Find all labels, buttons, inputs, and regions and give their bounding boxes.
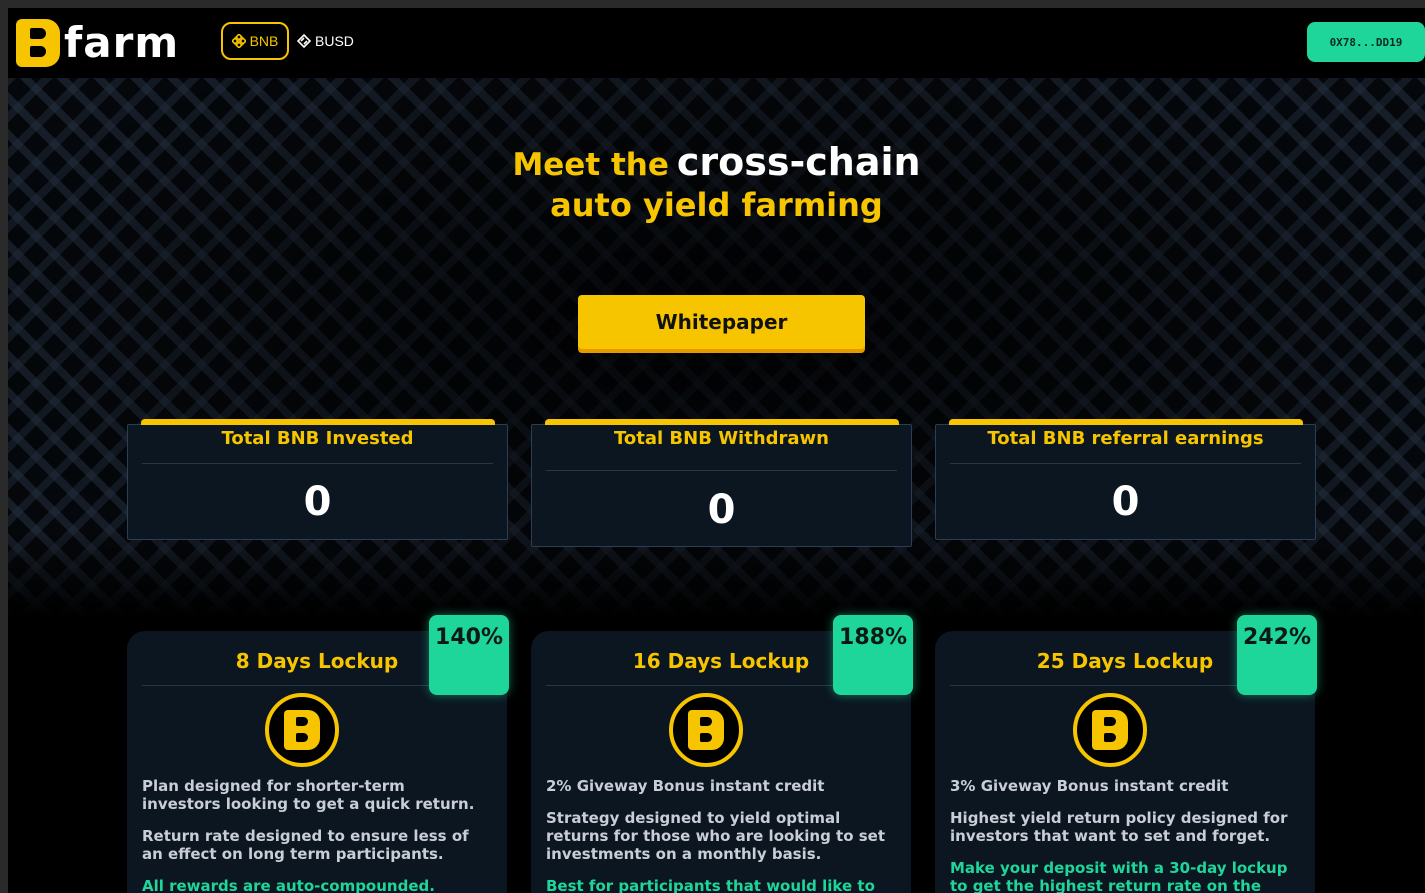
plan-rate-badge: 140%	[429, 615, 509, 695]
app-frame: farm BNB BUSD 0X78...DD19 Meet the cross…	[8, 8, 1425, 893]
hero-title-prefix: Meet the	[512, 147, 669, 183]
stat-card-accent	[545, 419, 899, 425]
rb-coin-icon	[669, 693, 743, 767]
stat-title: Total BNB referral earnings	[987, 428, 1264, 449]
rb-coin-icon	[1073, 693, 1147, 767]
whitepaper-button[interactable]: Whitepaper	[578, 295, 865, 349]
bnb-diamond-icon	[231, 34, 246, 48]
plan-description: Strategy designed to yield optimal retur…	[546, 809, 886, 863]
stat-title: Total BNB Withdrawn	[613, 428, 829, 449]
plan-rate-badge: 242%	[1237, 615, 1317, 695]
top-header: farm BNB BUSD 0X78...DD19	[8, 8, 1425, 78]
plan-card-25-days[interactable]: 25 Days Lockup 242% 3% Giveway Bonus ins…	[935, 615, 1317, 893]
stat-card-invested: Total BNB Invested 0	[127, 419, 508, 540]
stat-card-accent	[949, 419, 1303, 425]
stat-value: 0	[1111, 479, 1140, 525]
busd-diamond-icon	[297, 34, 311, 48]
stat-divider	[950, 463, 1301, 464]
plan-description: 2% Giveway Bonus instant credit	[546, 777, 825, 795]
hero-title-highlight: cross-chain	[676, 140, 921, 184]
chain-tab-label: BNB	[249, 33, 279, 49]
chain-tab-busd[interactable]: BUSD	[289, 22, 362, 60]
chain-selector: BNB BUSD	[221, 22, 362, 60]
plan-card-16-days[interactable]: 16 Days Lockup 188% 2% Giveway Bonus ins…	[531, 615, 913, 893]
stat-card-referral: Total BNB referral earnings 0	[935, 419, 1316, 540]
stat-title: Total BNB Invested	[221, 428, 414, 449]
plan-rate-badge: 188%	[833, 615, 913, 695]
stat-value: 0	[303, 479, 332, 525]
coin-mark	[284, 710, 320, 750]
stat-value: 0	[707, 487, 736, 533]
plan-highlight: Make your deposit with a 30-day lockup t…	[950, 859, 1288, 893]
stat-divider	[546, 470, 897, 471]
plan-description: 3% Giveway Bonus instant credit	[950, 777, 1229, 795]
hero-title-line1: Meet the cross-chain	[8, 140, 1425, 184]
chain-tab-bnb[interactable]: BNB	[221, 22, 289, 60]
coin-mark	[688, 710, 724, 750]
plan-highlight: All rewards are auto-compounded.	[142, 877, 435, 893]
stat-card-withdrawn: Total BNB Withdrawn 0	[531, 419, 912, 547]
hero-title-line2: auto yield farming	[550, 186, 883, 224]
stat-divider	[142, 463, 493, 464]
coin-mark	[1092, 710, 1128, 750]
logo-b-icon	[16, 19, 60, 67]
stat-card-accent	[141, 419, 495, 425]
wallet-address-button[interactable]: 0X78...DD19	[1307, 22, 1425, 62]
plan-description: Return rate designed to ensure less of a…	[142, 827, 469, 863]
plan-description: Plan designed for shorter-term investors…	[142, 777, 475, 813]
plan-description: Highest yield return policy designed for…	[950, 809, 1288, 845]
plan-card-8-days[interactable]: 8 Days Lockup 140% Plan designed for sho…	[127, 615, 509, 893]
plan-highlight: Best for participants that would like to…	[546, 877, 875, 893]
rb-coin-icon	[265, 693, 339, 767]
chain-tab-label: BUSD	[315, 33, 354, 49]
logo-text: farm	[64, 18, 180, 67]
brand-logo[interactable]: farm	[16, 18, 179, 68]
